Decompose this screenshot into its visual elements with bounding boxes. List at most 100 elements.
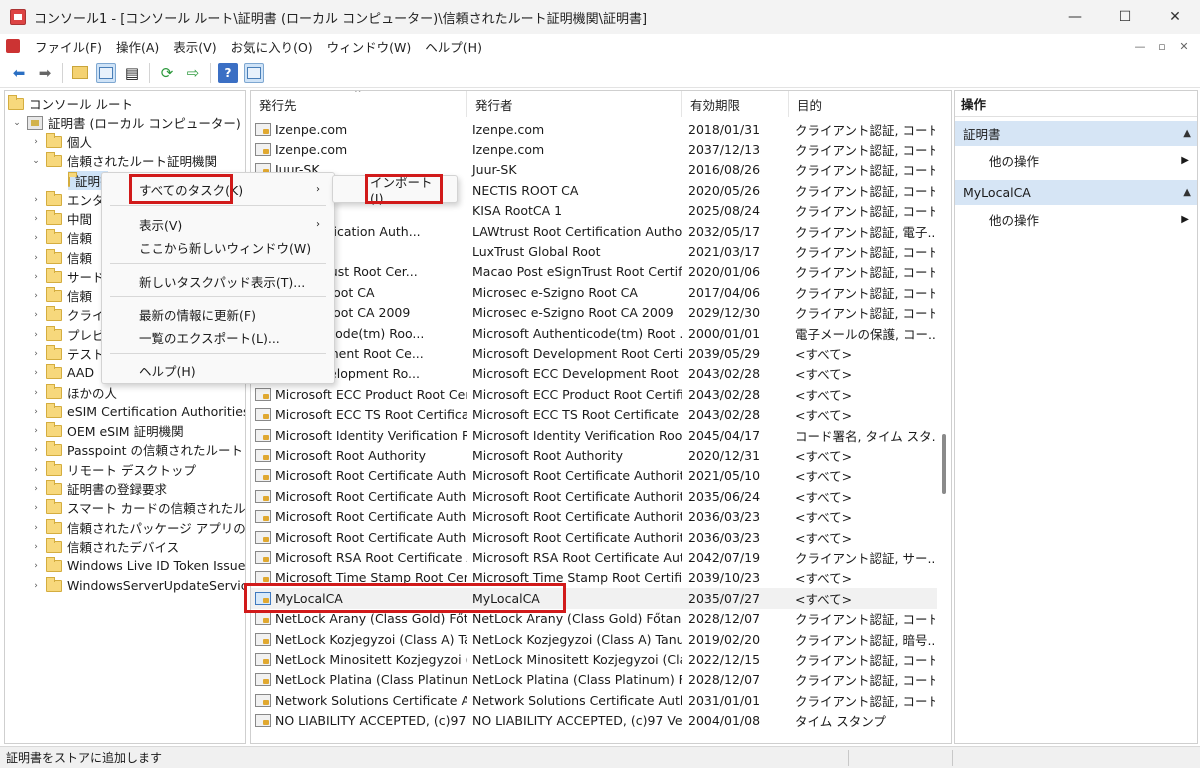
chevron-right-icon[interactable]: › xyxy=(30,330,42,340)
menu-help[interactable]: ヘルプ(H) xyxy=(418,37,489,56)
chevron-right-icon[interactable]: › xyxy=(30,349,42,359)
tree-node[interactable]: › スマート カードの信頼されたルート xyxy=(30,498,245,517)
collapse-up-icon[interactable]: ▲ xyxy=(1183,128,1191,139)
table-row[interactable]: Izenpe.com Izenpe.com 2018/01/31 クライアント認証, … xyxy=(251,119,937,139)
chevron-right-icon[interactable]: › xyxy=(30,253,42,263)
chevron-right-icon[interactable]: › xyxy=(30,388,42,398)
tree-node-trusted-root[interactable]: ⌄ 信頼されたルート証明機関 xyxy=(30,151,217,170)
menu-item-new-window[interactable]: ここから新しいウィンドウ(W) xyxy=(102,235,334,259)
tree-node[interactable]: › エンタ xyxy=(30,190,105,209)
chevron-right-icon[interactable]: › xyxy=(30,368,42,378)
menu-window[interactable]: ウィンドウ(W) xyxy=(320,37,419,56)
chevron-right-icon[interactable]: › xyxy=(30,523,42,533)
chevron-right-icon[interactable]: › xyxy=(30,426,42,436)
tree-node[interactable]: › 信頼 xyxy=(30,286,92,305)
mdi-restore-button[interactable]: ▫ xyxy=(1154,40,1170,53)
tree-node-certificates-local[interactable]: ⌄ 証明書 (ローカル コンピューター) xyxy=(11,113,241,132)
tree-node[interactable]: › AAD xyxy=(30,363,94,382)
chevron-right-icon[interactable]: › xyxy=(30,465,42,475)
table-row[interactable]: Izenpe.com Izenpe.com 2037/12/13 クライアント認証, … xyxy=(251,139,937,159)
menu-file[interactable]: ファイル(F) xyxy=(28,37,109,56)
table-row[interactable]: -Szigno Root CA 2009 Microsec e-Szigno Ro… xyxy=(251,303,937,323)
table-row[interactable]: oot Certification Auth... LAWtrust Root C… xyxy=(251,221,937,241)
tree-node[interactable]: › OEM eSIM 証明機関 xyxy=(30,421,184,440)
menu-item-view[interactable]: 表示(V) › xyxy=(102,212,334,236)
tree-node[interactable]: › Windows Live ID Token Issuer xyxy=(30,556,245,575)
actions-section-certificates[interactable]: 証明書 ▲ xyxy=(955,121,1197,146)
chevron-right-icon[interactable]: › xyxy=(30,581,42,591)
properties-icon[interactable]: ▤ xyxy=(122,63,142,83)
menu-item-import[interactable]: インポート(I)... xyxy=(370,172,457,206)
chevron-right-icon[interactable]: › xyxy=(30,484,42,494)
tree-node[interactable]: › テスト xyxy=(30,344,105,363)
table-row[interactable]: Microsoft ECC Product Root Cert... Micros… xyxy=(251,384,937,404)
console-menu-icon[interactable] xyxy=(6,39,20,53)
table-row[interactable]: NetLock Kozjegyzoi (Class A) Tan... NetLo… xyxy=(251,629,937,649)
table-row[interactable]: NetLock Platina (Class Platinum) ... NetL… xyxy=(251,670,937,690)
chevron-right-icon[interactable]: › xyxy=(30,542,42,552)
menu-action[interactable]: 操作(A) xyxy=(109,37,166,56)
more-actions-item[interactable]: 他の操作 ▶ xyxy=(955,205,1197,233)
more-actions-item[interactable]: 他の操作 ▶ xyxy=(955,146,1197,174)
tree-node[interactable]: › eSIM Certification Authorities xyxy=(30,402,245,421)
tree-node[interactable]: › 信頼 xyxy=(30,228,92,247)
chevron-right-icon[interactable]: › xyxy=(30,291,42,301)
mmc-app-icon[interactable] xyxy=(10,9,26,25)
collapse-up-icon[interactable]: ▲ xyxy=(1183,187,1191,198)
table-row[interactable]: Microsoft Root Certificate Autho... Micro… xyxy=(251,486,937,506)
vertical-scrollbar[interactable] xyxy=(937,91,951,743)
menu-favorites[interactable]: お気に入り(O) xyxy=(224,37,320,56)
tree-node[interactable]: › プレビ xyxy=(30,325,105,344)
tree-node[interactable]: › リモート デスクトップ xyxy=(30,460,196,479)
table-row[interactable]: ECC Development Ro... Microsoft ECC Devel… xyxy=(251,364,937,384)
menu-item-export-list[interactable]: 一覧のエクスポート(L)... xyxy=(102,325,334,349)
table-row[interactable]: Microsoft ECC TS Root Certificat... Micro… xyxy=(251,405,937,425)
column-header-expiration[interactable]: 有効期限 xyxy=(682,91,789,117)
chevron-right-icon[interactable]: › xyxy=(30,407,42,417)
show-hide-tree-icon[interactable] xyxy=(96,62,116,83)
tree-node[interactable]: › サード xyxy=(30,267,105,286)
table-row[interactable]: t eSignTrust Root Cer... Macao Post eSign… xyxy=(251,262,937,282)
menu-item-refresh[interactable]: 最新の情報に更新(F) xyxy=(102,302,334,326)
close-button[interactable]: ✕ xyxy=(1150,0,1200,34)
chevron-right-icon[interactable]: › xyxy=(30,310,42,320)
back-arrow-icon[interactable]: ⬅ xyxy=(9,63,29,83)
tree-node[interactable]: › 信頼されたデバイス xyxy=(30,537,179,556)
maximize-button[interactable]: ☐ xyxy=(1100,0,1150,34)
chevron-right-icon[interactable]: › xyxy=(30,272,42,282)
table-row[interactable]: Microsoft Root Certificate Autho... Micro… xyxy=(251,466,937,486)
chevron-down-icon[interactable]: ⌄ xyxy=(30,156,42,166)
table-row[interactable]: -Szigno Root CAMicrosec e-Szigno Root CA… xyxy=(251,282,937,302)
tree-node[interactable]: › WindowsServerUpdateServices xyxy=(30,576,245,595)
table-row[interactable]: NetLock Minositett Kozjegyzoi (... NetLoc… xyxy=(251,649,937,669)
table-row[interactable]: Microsoft Identity Verification R... Micr… xyxy=(251,425,937,445)
export-list-icon[interactable]: ⇨ xyxy=(183,63,203,83)
tree-node-console-root[interactable]: コンソール ルート xyxy=(8,94,133,113)
menu-item-all-tasks[interactable]: すべてのタスク(K) › xyxy=(102,177,334,201)
chevron-right-icon[interactable]: › xyxy=(30,137,42,147)
tree-node-personal[interactable]: › 個人 xyxy=(30,132,92,151)
chevron-right-icon[interactable]: › xyxy=(30,195,42,205)
column-header-purposes[interactable]: 目的 xyxy=(789,91,935,117)
tree-node[interactable]: › ほかの人 xyxy=(30,383,117,402)
chevron-right-icon[interactable]: › xyxy=(30,561,42,571)
tree-node[interactable]: › 証明書の登録要求 xyxy=(30,479,167,498)
forward-arrow-icon[interactable]: ➡ xyxy=(35,63,55,83)
table-row[interactable]: obal RootLuxTrust Global Root2021/03/17ク… xyxy=(251,241,937,261)
table-row[interactable]: NO LIABILITY ACCEPTED, (c)97 Ve... NO LIA… xyxy=(251,711,937,731)
actions-section-mylocalca[interactable]: MyLocalCA ▲ xyxy=(955,180,1197,205)
tree-node[interactable]: › 信頼されたパッケージ アプリのインストール xyxy=(30,518,245,537)
table-row[interactable]: A 1KISA RootCA 12025/08/24クライアント認証, コード.… xyxy=(251,201,937,221)
table-row[interactable]: Development Root Ce... Microsoft Developm… xyxy=(251,343,937,363)
tree-node[interactable]: › 中間 xyxy=(30,209,92,228)
chevron-down-icon[interactable]: ⌄ xyxy=(11,118,23,128)
table-row[interactable]: Microsoft Time Stamp Root Cert... Microso… xyxy=(251,568,937,588)
table-row[interactable]: Microsoft Root Certificate Autho... Micro… xyxy=(251,527,937,547)
scrollbar-thumb[interactable] xyxy=(942,434,946,494)
menu-item-help[interactable]: ヘルプ(H) xyxy=(102,358,334,382)
help-icon[interactable]: ? xyxy=(218,62,238,83)
table-row[interactable]: NetLock Arany (Class Gold) Főta... NetLoc… xyxy=(251,609,937,629)
tree-node[interactable]: › 信頼 xyxy=(30,248,92,267)
table-row[interactable]: Authenticode(tm) Roo... Microsoft Authent… xyxy=(251,323,937,343)
up-folder-icon[interactable] xyxy=(70,63,90,83)
